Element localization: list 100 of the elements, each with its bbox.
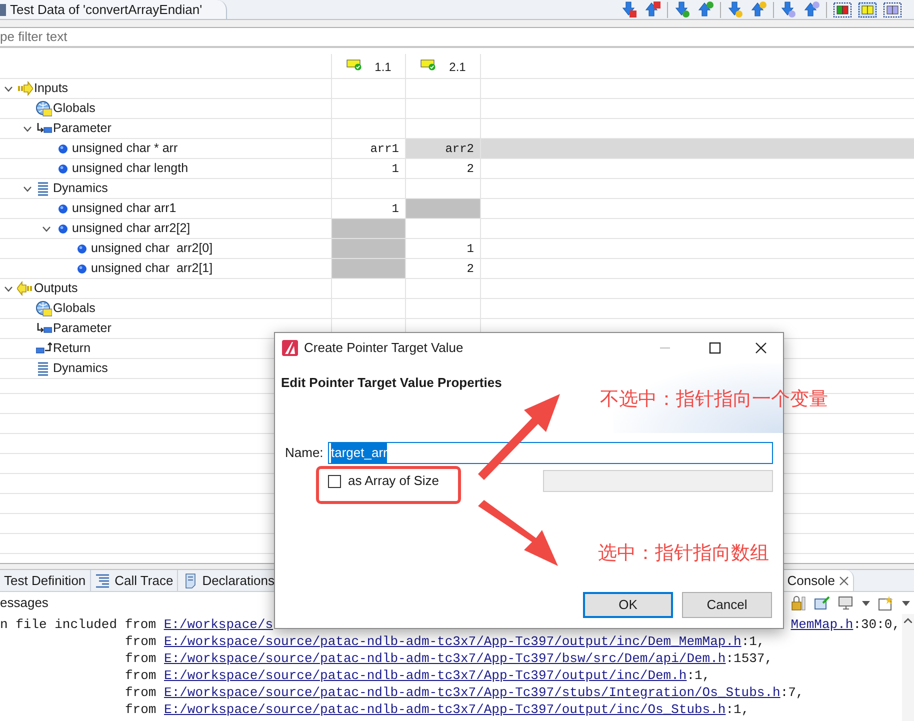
arrow-right-icon [16,80,32,96]
arrow-left-icon [16,280,32,296]
dialog-button[interactable]: Cancel [682,592,772,618]
maximize-icon[interactable] [709,342,721,354]
tree-item-label[interactable]: Globals [53,99,96,118]
chevron-down-icon[interactable] [23,186,32,192]
down-arrow-icon[interactable] [727,1,744,18]
console-text: :1, [686,667,710,684]
list-tree-icon [94,572,111,588]
dot-icon [58,204,68,214]
new-window-icon[interactable] [878,595,894,611]
table-cell[interactable]: 1 [332,159,406,178]
column-header[interactable]: 1.1 [374,58,392,76]
dropdown-icon[interactable] [862,600,870,606]
console-text: from [125,684,158,701]
dot-icon [58,224,68,234]
document-icon [0,2,6,16]
dialog-title: Create Pointer Target Value [304,339,464,358]
table-cell[interactable]: 2 [406,259,481,278]
down-arrow-icon[interactable] [621,1,638,18]
layout-toggle-icon[interactable] [833,2,852,18]
tree-item-label[interactable]: unsigned char arr2[1] [91,259,213,278]
scrollbar[interactable] [902,614,914,721]
file-link[interactable]: E:/workspace/source/patac-ndlb-adm-tc3x7/App-Tc397/stubs/Integration/Os_Stubs.h [164,684,780,701]
dot-icon [76,264,86,274]
up-arrow-icon[interactable] [750,1,767,18]
table-cell[interactable] [332,219,406,238]
chevron-down-icon[interactable] [4,286,13,292]
tree-item-label[interactable]: Globals [53,299,96,318]
tree-item-label[interactable]: unsigned char arr2[0] [91,239,213,258]
table-cell[interactable]: 1 [406,239,481,258]
dialog-heading: Edit Pointer Target Value Properties [281,374,502,392]
file-link[interactable]: E:/workspace/source/patac-ndlb-adm-tc3x7/App-Tc397/bsw/src/Dem/api/Dem.h [164,650,726,667]
up-arrow-icon[interactable] [803,1,820,18]
tree-item-label[interactable]: unsigned char * arr [72,139,178,158]
tree-item-label[interactable]: unsigned char length [72,159,188,178]
tree-item-label[interactable]: unsigned char arr2[2] [72,219,190,238]
tree-item-label[interactable]: unsigned char arr1 [72,199,176,218]
tree-item-label[interactable]: Dynamics [53,179,108,198]
app-logo-icon [282,340,298,356]
close-icon[interactable] [755,342,767,354]
checkbox[interactable] [328,474,341,488]
dialog-button[interactable]: OK [583,592,673,618]
file-link[interactable]: E:/workspace/source/patac-ndlb-adm-tc3x7/App-Tc397/output/inc/Dem.h [164,667,687,684]
lock-icon[interactable] [790,595,806,611]
file-link[interactable]: E:/workspace/source/patac-ndlb-adm-tc3x7/App-Tc397/output/inc/Os_Stubs.h [164,701,726,718]
box-arrow-icon [36,340,52,356]
layout-toggle-icon[interactable] [858,2,877,18]
file-link[interactable]: E:/workspace/source/patac-ndlb-adm-tc3x7/App-Tc397/output/inc/Dem_MemMap.h [164,633,742,650]
down-arrow-icon[interactable] [674,1,691,18]
layout-toggle-icon[interactable] [883,2,902,18]
console-text: :1537, [726,650,773,667]
field-label: Name: [285,444,324,462]
globe-icon [36,300,52,316]
view-tab[interactable]: Console [783,570,854,591]
tree-item-label[interactable]: Parameter [53,319,112,338]
chevron-down-icon[interactable] [42,226,51,232]
dropdown-icon[interactable] [902,600,910,606]
console-text: from [125,667,158,684]
scroll-up-icon[interactable] [904,618,912,623]
tree-item-label[interactable]: Parameter [53,119,112,138]
table-cell[interactable]: 2 [406,159,481,178]
pin-icon[interactable] [814,595,830,611]
console-text: :7, [780,684,804,701]
tag-check-icon [346,58,363,71]
up-arrow-icon[interactable] [697,1,714,18]
checkbox-label: as Array of Size [348,472,440,490]
console-text: :30:0, [853,616,901,633]
dot-icon [76,244,86,254]
chevron-down-icon[interactable] [4,86,13,92]
console-text: from [125,650,158,667]
tree-item-label[interactable]: Dynamics [53,359,108,378]
table-cell[interactable] [332,259,406,278]
tag-check-icon [420,58,438,71]
tree-item-label[interactable]: Return [53,339,91,358]
console-text: from [125,633,158,650]
table-cell[interactable] [332,239,406,258]
table-cell[interactable] [406,199,481,218]
tree-item-label[interactable]: Outputs [34,279,78,298]
table-cell[interactable]: arr2 [406,139,481,158]
dot-icon [58,144,68,154]
file-link[interactable]: MemMap.h [790,616,854,633]
globe-icon [36,100,52,116]
view-title: essages [0,594,48,612]
console-text: n file included from [0,616,158,633]
chevron-down-icon[interactable] [23,126,32,132]
tree-item-label[interactable]: Inputs [34,79,68,98]
dot-icon [58,164,68,174]
monitor-icon[interactable] [838,595,854,611]
down-arrow-icon[interactable] [780,1,797,18]
up-arrow-icon[interactable] [644,1,661,18]
console-text: from [125,701,158,718]
column-header[interactable]: 2.1 [449,58,466,76]
console-text: :1, [726,701,750,718]
filter-field[interactable]: pe filter text [0,28,914,46]
console-text: :1, [741,633,765,650]
view-tab[interactable]: Call Trace [90,570,178,591]
annotation-text: 选中：指针指向数组 [598,542,769,566]
file-link[interactable]: E:/workspace/s [164,616,274,633]
editor-tab[interactable]: Test Data of 'convertArrayEndian' [0,0,228,19]
